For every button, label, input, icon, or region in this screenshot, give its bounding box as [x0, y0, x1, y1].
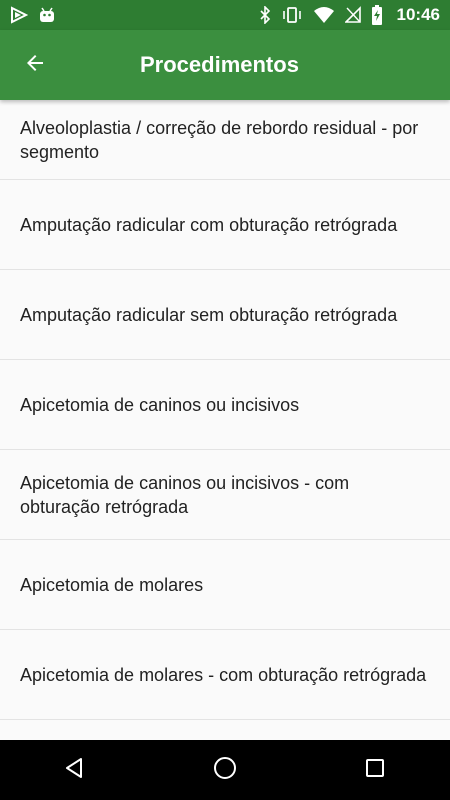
- status-left: [10, 6, 56, 24]
- arrow-back-icon: [23, 51, 47, 80]
- wifi-icon: [313, 6, 335, 24]
- back-button[interactable]: [0, 30, 70, 100]
- app-bar: Procedimentos: [0, 30, 450, 100]
- navigation-bar: [0, 740, 450, 800]
- vibrate-icon: [281, 6, 303, 24]
- list-item[interactable]: Apicetomia de molares - com obturação re…: [0, 630, 450, 720]
- list-item[interactable]: Apicetomia de caninos ou incisivos: [0, 360, 450, 450]
- android-icon: [38, 6, 56, 24]
- list-item-label: Amputação radicular sem obturação retróg…: [20, 304, 398, 325]
- list-item[interactable]: Apicetomia de caninos ou incisivos - com…: [0, 450, 450, 540]
- list-item-label: Amputação radicular com obturação retróg…: [20, 214, 398, 235]
- bluetooth-icon: [259, 6, 271, 24]
- recents-square-icon: [363, 756, 387, 785]
- list-item-label: Apicetomia de caninos ou incisivos - com…: [20, 472, 350, 517]
- list-item[interactable]: Amputação radicular sem obturação retróg…: [0, 270, 450, 360]
- nav-recents-button[interactable]: [345, 740, 405, 800]
- back-triangle-icon: [63, 756, 87, 785]
- list-item-label: Alveoloplastia / correção de rebordo res…: [20, 117, 419, 162]
- list-item[interactable]: Alveoloplastia / correção de rebordo res…: [0, 100, 450, 180]
- status-time: 10:46: [396, 5, 440, 24]
- list-item-label: Apicetomia de caninos ou incisivos: [20, 394, 300, 415]
- page-title: Procedimentos: [140, 52, 299, 77]
- list-item[interactable]: Amputação radicular com obturação retróg…: [0, 180, 450, 270]
- status-right: 10:46: [259, 5, 440, 25]
- play-store-icon: [10, 6, 28, 24]
- list-item-label: Apicetomia de molares: [20, 574, 204, 595]
- list-item-label: Apicetomia de molares - com obturação re…: [20, 664, 427, 685]
- battery-charging-icon: [371, 5, 383, 25]
- nav-home-button[interactable]: [195, 740, 255, 800]
- nav-back-button[interactable]: [45, 740, 105, 800]
- status-bar: 10:46: [0, 0, 450, 30]
- home-circle-icon: [212, 755, 238, 786]
- procedures-list: Alveoloplastia / correção de rebordo res…: [0, 100, 450, 740]
- no-sim-icon: [344, 6, 361, 24]
- list-item[interactable]: Apicetomia de molares: [0, 540, 450, 630]
